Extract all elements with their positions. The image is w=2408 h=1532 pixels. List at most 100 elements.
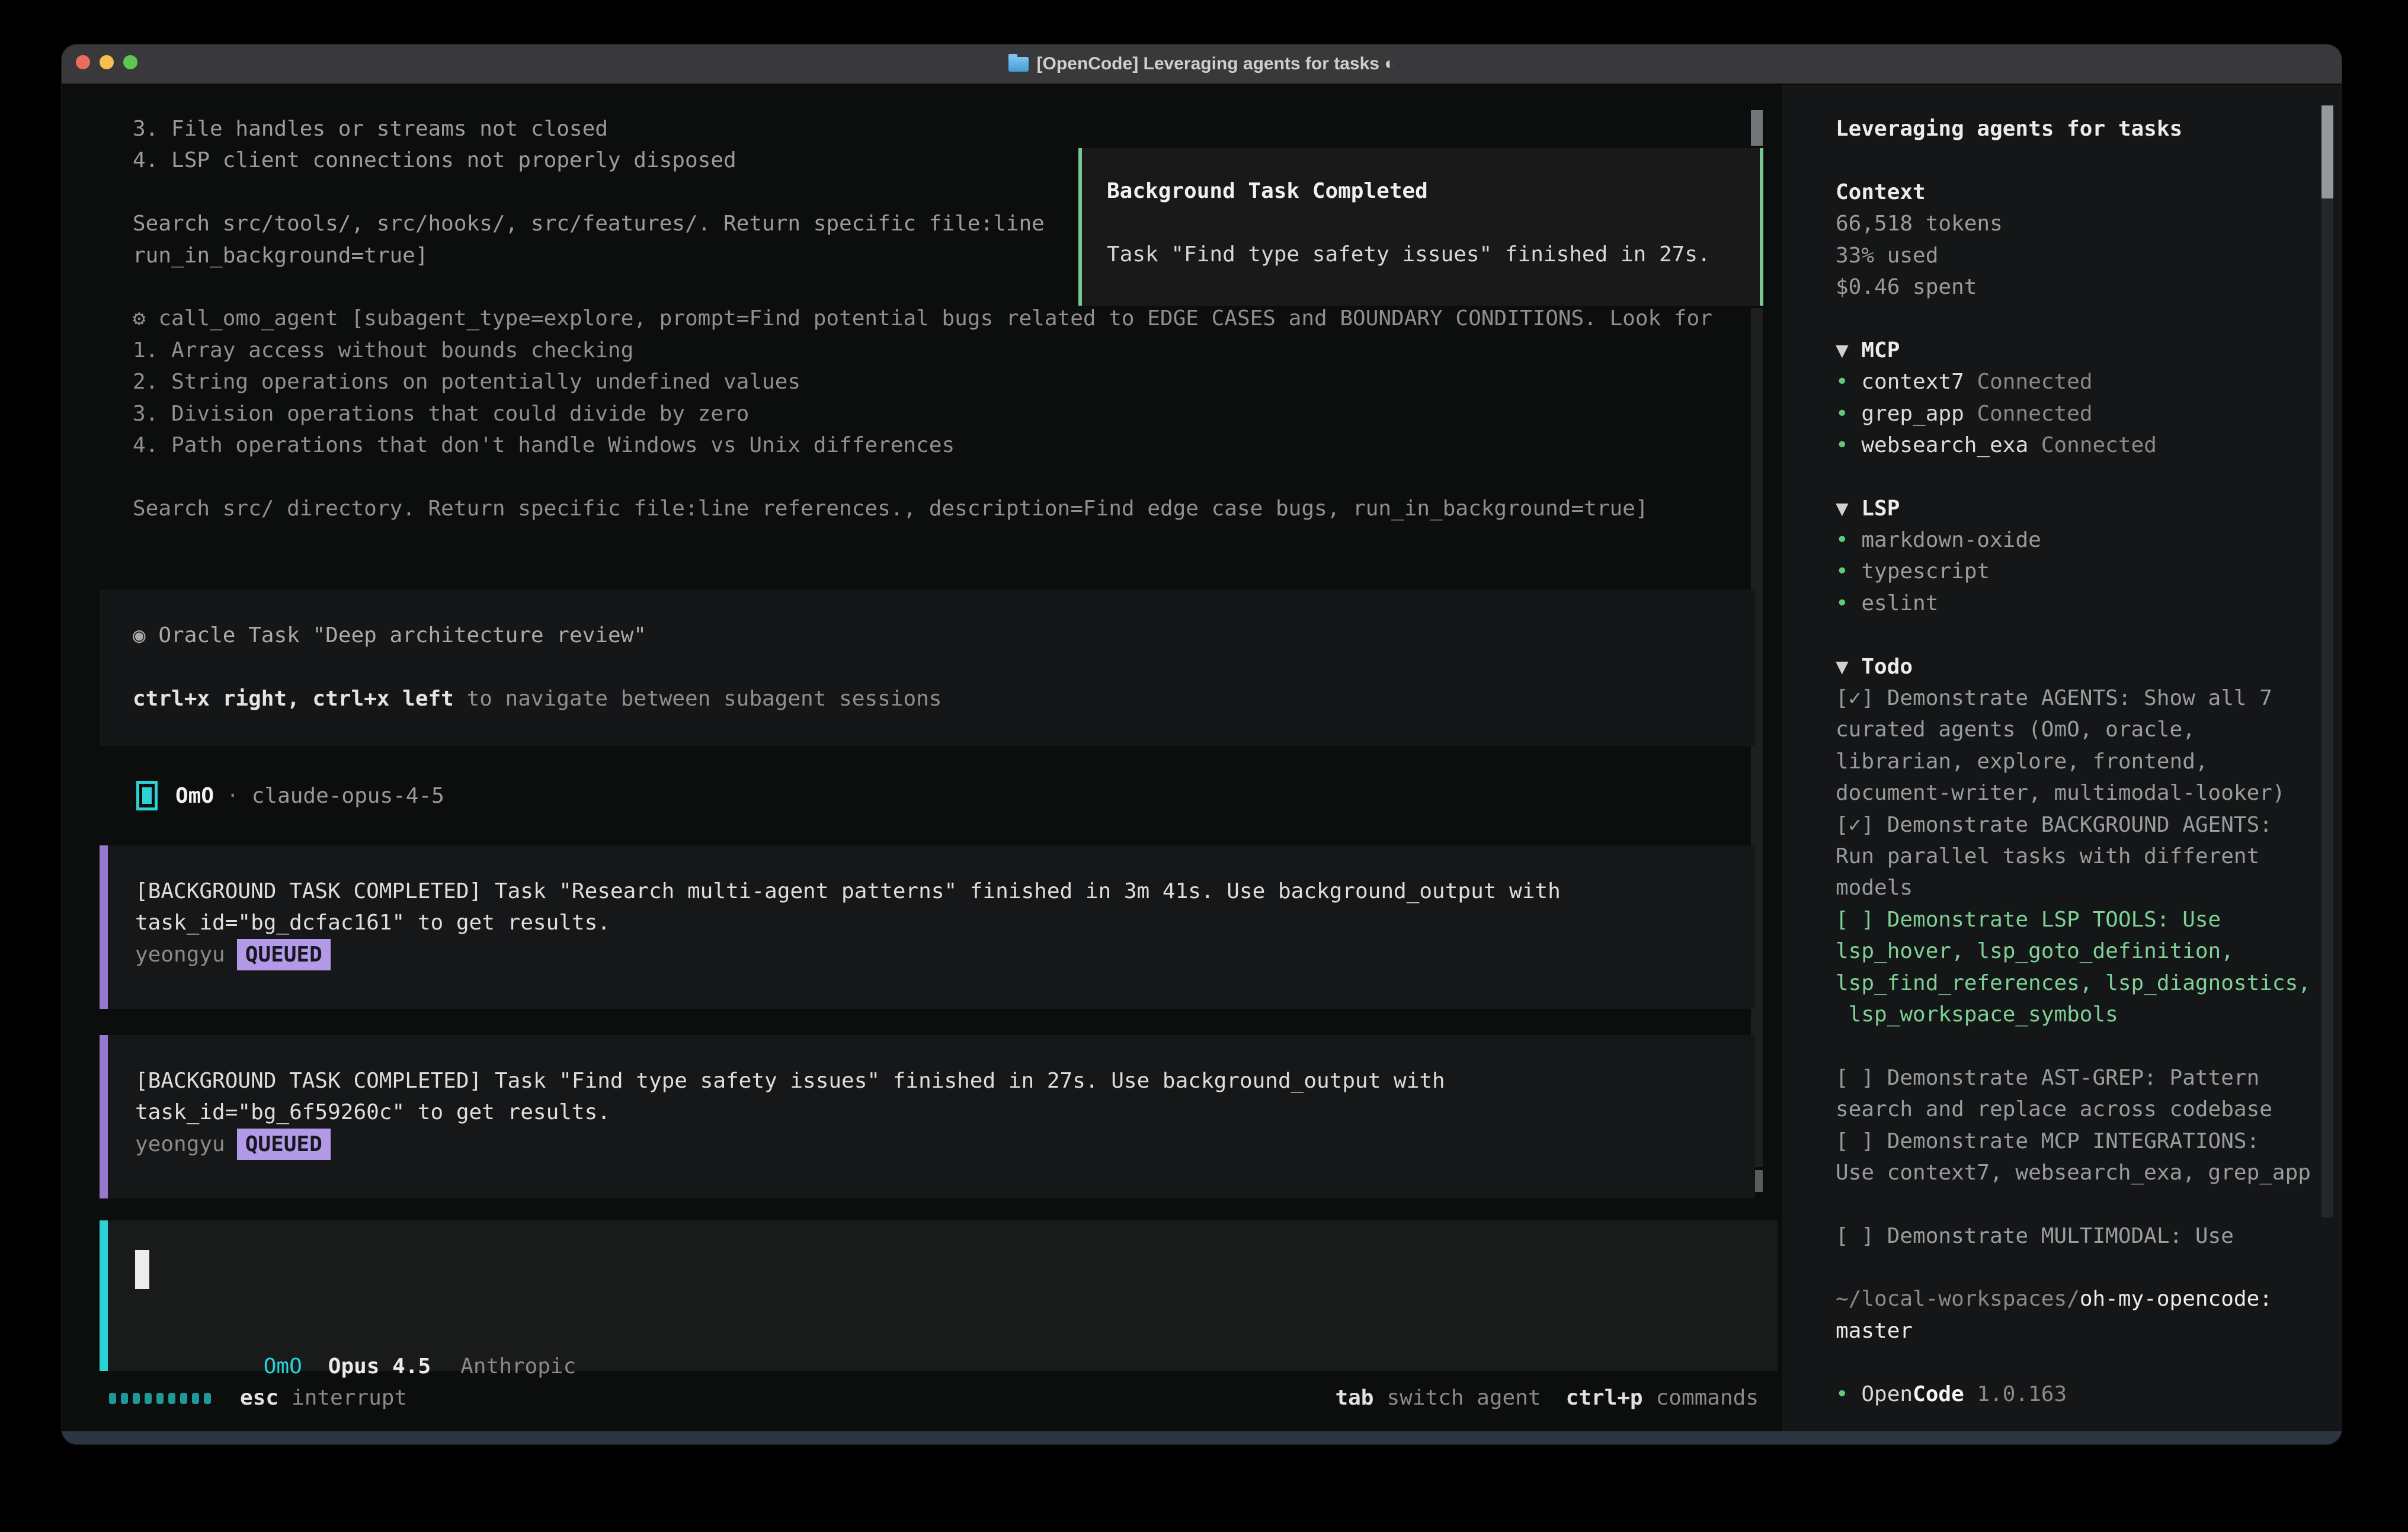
prompt-input[interactable]: OmOOpus 4.5Anthropic <box>100 1220 1778 1371</box>
todo-item-line: [ ] Demonstrate MULTIMODAL: Use <box>1836 1220 2317 1252</box>
context-heading: Context <box>1836 177 2317 208</box>
window-title: [OpenCode] Leveraging agents for tasks ◐ <box>1037 54 1395 74</box>
mcp-server-item: • grep_app Connected <box>1836 398 2317 430</box>
input-provider-name: Anthropic <box>460 1354 576 1379</box>
todo-item-line: [✓] Demonstrate BACKGROUND AGENTS: <box>1836 809 2317 841</box>
mcp-server-name: context7 <box>1861 370 1977 394</box>
main-scrollbar-thumb-top[interactable] <box>1751 110 1763 146</box>
background-task-toast: Background Task Completed Task "Find typ… <box>1078 148 1763 306</box>
todo-item-line: [ ] Demonstrate MCP INTEGRATIONS: <box>1836 1126 2317 1157</box>
mcp-server-status: Connected <box>1977 402 2092 426</box>
mcp-server-item: • context7 Connected <box>1836 366 2317 398</box>
todo-item-line: [ ] Demonstrate AST-GREP: Pattern <box>1836 1062 2317 1094</box>
mcp-server-item: • websearch_exa Connected <box>1836 430 2317 461</box>
window-bottom-bar <box>62 1431 2342 1444</box>
tool-call-line: ⚙ call_omo_agent [subagent_type=explore,… <box>133 303 1747 334</box>
maximize-window-button[interactable] <box>123 55 137 69</box>
spinner-dot <box>109 1393 116 1404</box>
tab-key-label: switch agent <box>1386 1382 1541 1414</box>
task-message-meta: yeongyu QUEUED <box>135 939 1755 970</box>
mcp-server-name: grep_app <box>1861 402 1977 426</box>
model-indicator-row: OmOOpus 4.5Anthropic <box>135 1319 1778 1351</box>
sidebar-scrollbar-thumb[interactable] <box>2321 105 2333 198</box>
status-dot-icon: • <box>1836 1382 1861 1406</box>
todo-item-line: lsp_hover, lsp_goto_definition, <box>1836 935 2317 967</box>
session-title: Leveraging agents for tasks <box>1836 113 2317 145</box>
minimize-window-button[interactable] <box>100 55 114 69</box>
input-model-name: Opus 4.5 <box>328 1354 431 1379</box>
input-agent-name: OmO <box>264 1354 302 1379</box>
lsp-server-name: eslint <box>1861 591 1938 616</box>
close-window-button[interactable] <box>76 55 90 69</box>
context-used: 33% used <box>1836 240 2317 271</box>
task-message-line2: task_id="bg_dcfac161" to get results. <box>135 907 1755 938</box>
todo-item-line: librarian, explore, frontend, <box>1836 746 2317 777</box>
connected-dot-icon: • <box>1836 559 1861 584</box>
spinner-dots-icon <box>109 1393 211 1404</box>
mcp-server-status: Connected <box>2041 433 2157 457</box>
todo-section-heading[interactable]: ▼ Todo <box>1836 651 2317 682</box>
gear-icon: ⚙ <box>133 306 158 331</box>
connected-dot-icon: • <box>1836 433 1861 457</box>
background-task-message: [BACKGROUND TASK COMPLETED] Task "Resear… <box>100 845 1755 1009</box>
spinner-dot <box>121 1393 128 1404</box>
toast-title: Background Task Completed <box>1107 175 1760 207</box>
todo-item-line: lsp_find_references, lsp_diagnostics, <box>1836 967 2317 999</box>
spinner-dot <box>168 1393 175 1404</box>
lsp-server-item: • markdown-oxide <box>1836 524 2317 556</box>
window-titlebar[interactable]: [OpenCode] Leveraging agents for tasks ◐ <box>62 44 2342 85</box>
oracle-task-box: ◉ Oracle Task "Deep architecture review"… <box>100 589 1755 746</box>
tool-call-list-item: 3. Division operations that could divide… <box>133 398 1747 430</box>
mcp-section-heading[interactable]: ▼ MCP <box>1836 335 2317 366</box>
workspace-path: ~/local-workspaces/oh-my-opencode: <box>1836 1283 2317 1315</box>
traffic-lights <box>76 55 137 69</box>
agent-name: OmO <box>175 784 214 808</box>
spinner-dot <box>192 1393 199 1404</box>
esc-key-label: interrupt <box>292 1382 407 1414</box>
lsp-server-name: typescript <box>1861 559 1990 584</box>
todo-item-line: [✓] Demonstrate AGENTS: Show all 7 <box>1836 682 2317 714</box>
ctrlp-key-hint: ctrl+p <box>1566 1382 1643 1414</box>
window-title-group: [OpenCode] Leveraging agents for tasks ◐ <box>1008 54 1395 74</box>
context-spent: $0.46 spent <box>1836 271 2317 303</box>
username: yeongyu <box>135 943 225 967</box>
chevron-down-icon: ▼ <box>1836 338 1861 363</box>
spinner-dot <box>145 1393 152 1404</box>
connected-dot-icon: • <box>1836 528 1861 552</box>
agent-model: claude-opus-4-5 <box>252 784 444 808</box>
todo-item-line: [ ] Demonstrate LSP TOOLS: Use <box>1836 904 2317 935</box>
queued-status-badge: QUEUED <box>237 1129 331 1160</box>
sidebar-content: Leveraging agents for tasks Context 66,5… <box>1836 113 2317 1410</box>
tab-key-hint: tab <box>1335 1382 1373 1414</box>
spinner-dot <box>180 1393 187 1404</box>
todo-item-line: models <box>1836 872 2317 903</box>
chevron-down-icon: ▼ <box>1836 655 1861 679</box>
connected-dot-icon: • <box>1836 591 1861 616</box>
opencode-window: [OpenCode] Leveraging agents for tasks ◐… <box>62 44 2342 1444</box>
tool-call-list-item: 1. Array access without bounds checking <box>133 335 1747 366</box>
subagent-navigation-hint: ctrl+x right, ctrl+x left to navigate be… <box>133 683 1755 714</box>
queued-status-badge: QUEUED <box>237 939 331 970</box>
folder-icon <box>1008 57 1029 72</box>
task-message-line2: task_id="bg_6f59260c" to get results. <box>135 1097 1755 1128</box>
version-number: 1.0.163 <box>1964 1382 2067 1406</box>
lsp-server-item: • eslint <box>1836 588 2317 619</box>
tool-call-list-item: 4. Path operations that don't handle Win… <box>133 430 1747 461</box>
todo-item-line: search and replace across codebase <box>1836 1094 2317 1125</box>
esc-key-hint: esc <box>240 1382 278 1414</box>
sidebar-scrollbar-track <box>2321 105 2333 1217</box>
terminal-main-pane[interactable]: 3. File handles or streams not closed 4. … <box>62 85 1782 1431</box>
todo-item-line: document-writer, multimodal-looker) <box>1836 777 2317 809</box>
mcp-server-name: websearch_exa <box>1861 433 2041 457</box>
connected-dot-icon: • <box>1836 370 1861 394</box>
todo-item-line: Run parallel tasks with different <box>1836 841 2317 872</box>
status-bar: esc interrupt tab switch agent ctrl+p co… <box>109 1382 1759 1414</box>
terminal-line: 3. File handles or streams not closed <box>133 113 1747 145</box>
target-icon: ◉ <box>133 623 146 648</box>
todo-item-line: Use context7, websearch_exa, grep_app <box>1836 1157 2317 1188</box>
spinner-dot <box>204 1393 211 1404</box>
context-tokens: 66,518 tokens <box>1836 208 2317 239</box>
lsp-section-heading[interactable]: ▼ LSP <box>1836 493 2317 524</box>
chevron-down-icon: ▼ <box>1836 496 1861 521</box>
mcp-server-status: Connected <box>1977 370 2092 394</box>
